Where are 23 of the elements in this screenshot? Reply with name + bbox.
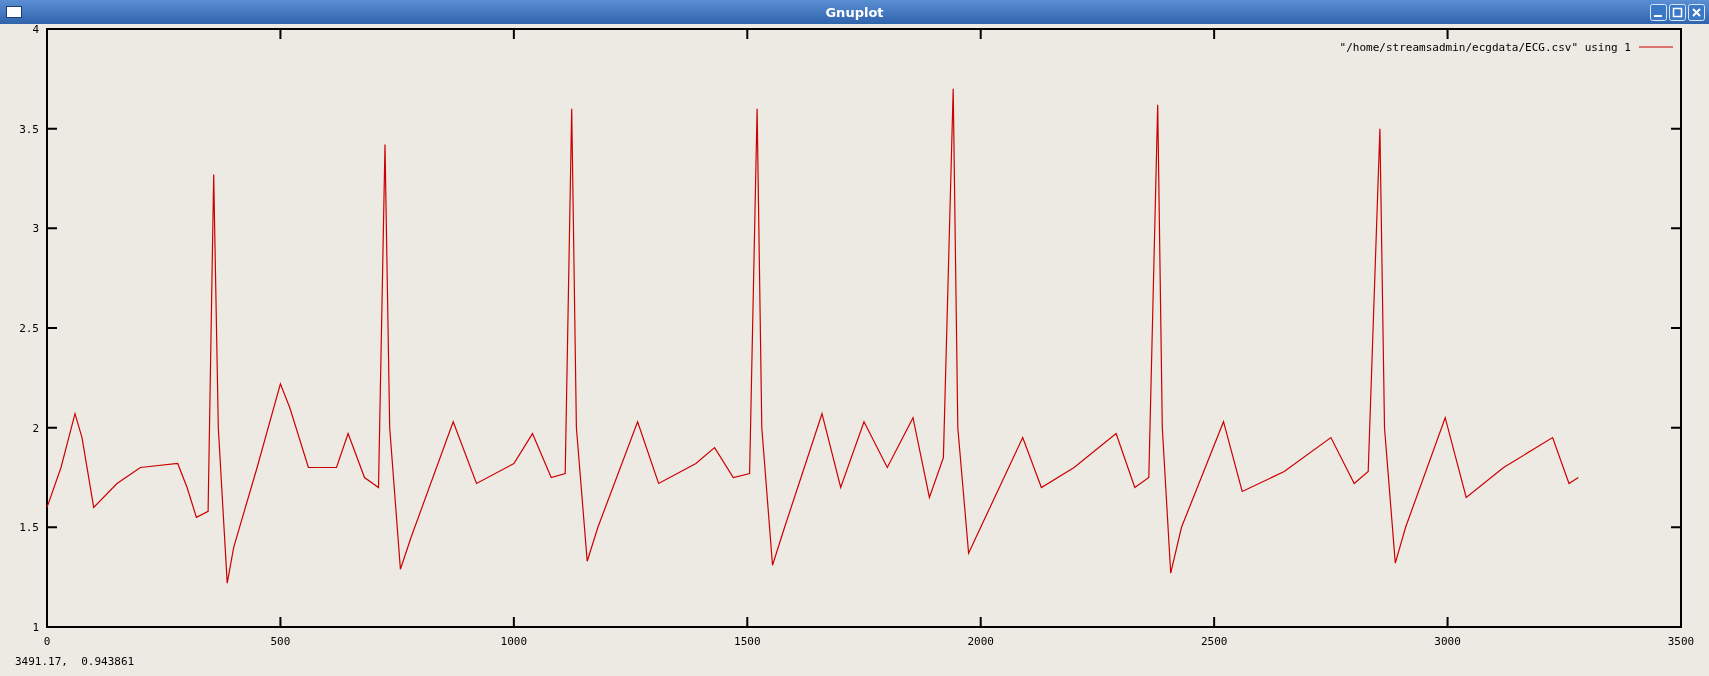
window-title: Gnuplot (825, 4, 884, 20)
x-tick-label: 3500 (1667, 635, 1695, 648)
x-tick-label: 1500 (734, 635, 761, 648)
close-icon[interactable] (1688, 3, 1705, 21)
window-menu-icon[interactable] (6, 6, 22, 18)
x-tick-label: 3000 (1434, 635, 1461, 648)
x-tick-label: 2500 (1200, 635, 1228, 648)
y-tick-label: 4 (32, 24, 39, 36)
y-tick-label: 3.5 (19, 122, 39, 136)
maximize-icon[interactable] (1669, 3, 1686, 21)
y-tick-label: 1.5 (19, 521, 39, 535)
x-tick-label: 1000 (500, 635, 528, 648)
y-tick-label: 1 (32, 621, 39, 634)
minimize-icon[interactable] (1650, 3, 1667, 21)
x-tick-label: 2000 (967, 635, 994, 648)
cursor-coordinates: 3491.17, 0.943861 (15, 655, 135, 668)
x-tick-label: 500 (270, 635, 291, 648)
legend-label: "/home/streamsadmin/ecgdata/ECG.csv" using 1 (1339, 41, 1631, 54)
y-tick-label: 2.5 (19, 322, 39, 335)
legend-line-sample (1638, 46, 1674, 48)
y-tick-label: 3 (32, 222, 39, 236)
y-tick-label: 2 (32, 421, 39, 435)
x-tick-label: 0 (43, 635, 51, 648)
